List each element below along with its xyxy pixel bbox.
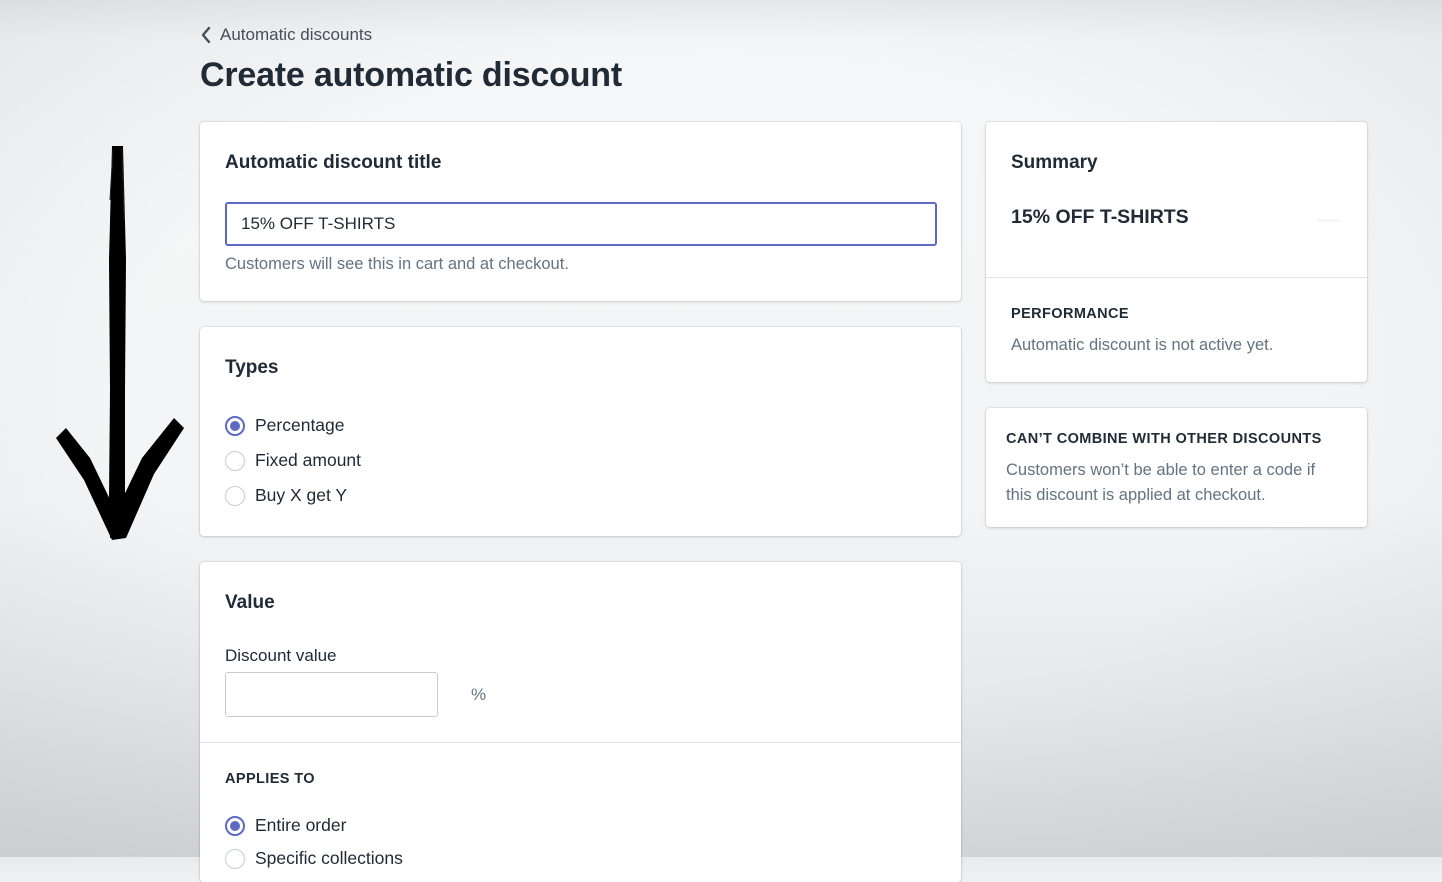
radio-button[interactable] (225, 450, 245, 471)
radio-button[interactable] (225, 485, 245, 506)
type-option-buy-x-get-y[interactable]: Buy X get Y (225, 485, 347, 506)
discount-title-help-text: Customers will see this in cart and at c… (225, 255, 569, 273)
summary-heading: Summary (1011, 152, 1098, 173)
applies-to-option-label: Entire order (255, 815, 347, 835)
percent-suffix: % (471, 684, 487, 704)
discount-value-input[interactable] (226, 673, 471, 716)
down-arrow-annotation-icon (56, 146, 184, 540)
breadcrumb-back-link[interactable]: Automatic discounts (200, 24, 372, 46)
section-divider (986, 277, 1367, 278)
value-card: Value Discount value % APPLIES TO Entire… (200, 562, 961, 882)
type-option-percentage[interactable]: Percentage (225, 415, 345, 436)
type-option-fixed-amount[interactable]: Fixed amount (225, 450, 361, 471)
summary-discount-name: 15% OFF T-SHIRTS (1011, 206, 1189, 228)
discount-title-card: Automatic discount title Customers will … (200, 122, 961, 301)
types-card: Types Percentage Fixed amount Buy X get … (200, 327, 961, 536)
chevron-left-icon (201, 26, 211, 44)
discount-value-label: Discount value (225, 646, 337, 665)
breadcrumb-label[interactable]: Automatic discounts (220, 25, 372, 45)
combine-text-line-2: this discount is applied at checkout. (1006, 486, 1266, 504)
radio-button[interactable] (225, 848, 245, 869)
discount-value-field[interactable]: % (225, 672, 486, 717)
applies-to-option-label: Specific collections (255, 848, 403, 868)
summary-card: Summary 15% OFF T-SHIRTS PERFORMANCE Aut… (986, 122, 1367, 382)
performance-heading: PERFORMANCE (1011, 306, 1129, 322)
type-option-label: Percentage (255, 415, 345, 435)
type-option-label: Buy X get Y (255, 485, 348, 505)
discount-title-input[interactable] (225, 202, 937, 246)
combine-heading: CAN’T COMBINE WITH OTHER DISCOUNTS (1006, 431, 1322, 447)
radio-button[interactable] (225, 415, 245, 436)
summary-placeholder-bar (1317, 219, 1341, 222)
page-title: Create automatic discount (200, 56, 622, 94)
type-option-label: Fixed amount (255, 450, 362, 470)
types-heading: Types (225, 357, 279, 378)
value-heading: Value (225, 592, 275, 613)
combine-text-line-1: Customers won’t be able to enter a code … (1006, 461, 1316, 479)
section-divider (200, 742, 961, 743)
combine-info-card: CAN’T COMBINE WITH OTHER DISCOUNTS Custo… (986, 408, 1367, 527)
performance-text: Automatic discount is not active yet. (1011, 336, 1274, 354)
applies-to-specific-collections[interactable]: Specific collections (225, 848, 403, 869)
radio-button[interactable] (225, 815, 245, 836)
applies-to-heading: APPLIES TO (225, 771, 315, 787)
discount-title-heading: Automatic discount title (225, 152, 442, 173)
applies-to-entire-order[interactable]: Entire order (225, 815, 346, 836)
